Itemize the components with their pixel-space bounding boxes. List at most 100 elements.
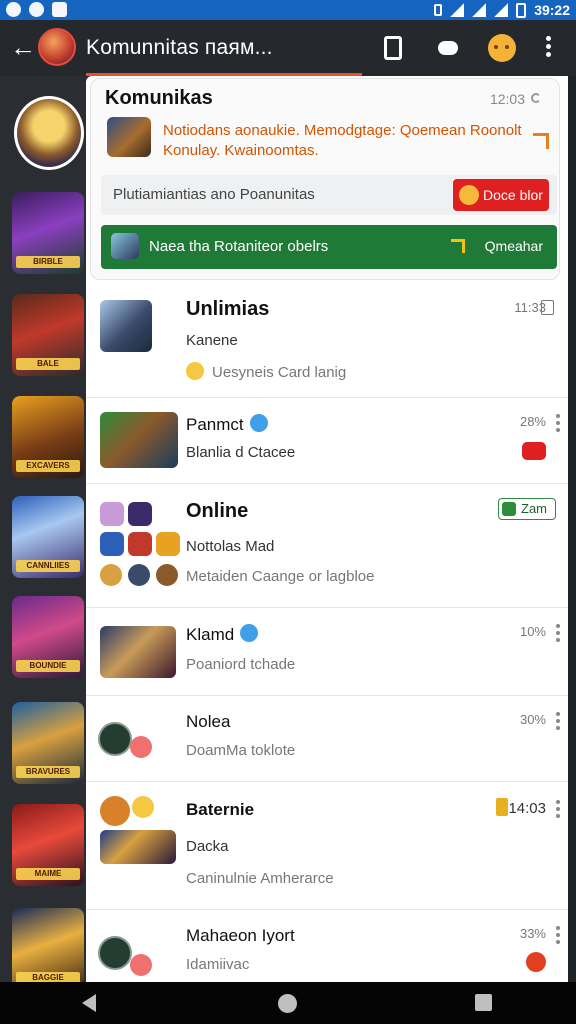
group-banner <box>100 830 176 864</box>
chat-row-3[interactable]: Online Zam Nottolas Mad Metaiden Caange … <box>86 484 568 608</box>
gamepad-icon[interactable] <box>436 36 460 60</box>
chat-row-4[interactable]: Klamd Poaniord tchade 10% <box>86 608 568 696</box>
rail-item-6[interactable]: BRAVURES <box>12 702 84 784</box>
wifi-icon <box>450 3 465 17</box>
chat-percent: 33% <box>519 926 546 941</box>
more-icon[interactable] <box>556 624 560 645</box>
chat-row-1[interactable]: Unlimias Kanene Uesyneis Card lanig 11:3… <box>86 282 568 398</box>
rail-item-1[interactable]: BIRBLE <box>12 192 84 274</box>
chat-list-panel: Komunikas 12:03 Notiodans aonaukie. Memo… <box>86 76 568 982</box>
chat-avatar <box>100 300 152 352</box>
community-title: Komunikas <box>105 87 213 109</box>
unread-badge <box>522 442 546 460</box>
emoji-avatar <box>132 796 154 818</box>
chat-name: Klamd <box>186 624 259 645</box>
group-avatar-3 <box>100 532 124 556</box>
more-icon[interactable] <box>556 414 560 435</box>
smile-icon <box>186 362 204 380</box>
chat-subtitle: Kanene <box>186 332 238 349</box>
group-avatar-1 <box>100 796 130 826</box>
banner-arrow-icon <box>451 239 465 253</box>
red-action-button[interactable]: Doce blor <box>453 179 549 211</box>
rail-item-3[interactable]: EXCAVERS <box>12 396 84 478</box>
banner-label: Naea tha Rotaniteor obelrs <box>149 238 329 255</box>
banner-action[interactable]: Qmeahar <box>485 238 543 254</box>
verified-icon <box>240 624 259 642</box>
refresh-icon[interactable] <box>531 93 541 103</box>
community-avatar[interactable] <box>38 28 76 66</box>
online-chip[interactable]: Zam <box>498 498 556 520</box>
signal-icon-2 <box>494 3 509 17</box>
open-arrow-icon[interactable] <box>533 133 549 149</box>
emoji-icon[interactable] <box>488 34 516 62</box>
chat-avatar <box>100 412 178 468</box>
status-time: 39:22 <box>534 2 570 18</box>
fire-icon <box>526 952 546 972</box>
group-avatar-5 <box>156 532 180 556</box>
group-avatar-7 <box>128 564 150 586</box>
app-bar: ← Komunnitas паям... <box>0 20 576 76</box>
notification-icon <box>6 2 21 17</box>
bluetooth-icon <box>434 4 443 16</box>
chat-percent: 28% <box>519 414 546 429</box>
group-avatar-2 <box>128 502 152 526</box>
nav-home-icon[interactable] <box>278 994 297 1013</box>
system-nav-bar <box>0 982 576 1024</box>
community-header-card: Komunikas 12:03 Notiodans aonaukie. Memo… <box>90 78 560 280</box>
chat-avatar <box>98 936 132 970</box>
status-dot <box>130 736 152 758</box>
group-avatar-1 <box>100 502 124 526</box>
community-time: 12:03 <box>489 91 525 107</box>
rail-item-7[interactable]: MAIME <box>12 804 84 886</box>
chat-preview: Caninulnie Amherarce <box>186 870 334 887</box>
chat-name: Online <box>186 500 249 522</box>
notice-text[interactable]: Notiodans aonaukie. Memodgtage: Qoemean … <box>163 121 543 161</box>
chat-row-2[interactable]: Panmct Blanlia d Ctacee 28% <box>86 398 568 484</box>
back-arrow-icon[interactable]: ← <box>10 34 36 60</box>
signal-icon <box>472 3 487 17</box>
chat-subtitle: Dacka <box>186 838 229 855</box>
notice-thumbnail <box>107 117 151 157</box>
rail-profile-avatar[interactable] <box>14 96 84 170</box>
community-search-bar[interactable]: Plutiamiantias ano Poanunitas Doce blor <box>101 175 557 215</box>
rail-item-8[interactable]: BAGGIE <box>12 908 84 990</box>
nav-recents-icon[interactable] <box>475 994 492 1011</box>
status-left-icons <box>6 2 67 17</box>
phone-icon[interactable] <box>384 36 402 60</box>
rail-item-4[interactable]: CANNLIIES <box>12 496 84 578</box>
chat-name: Panmct <box>186 414 268 435</box>
trophy-icon <box>496 798 508 816</box>
nav-back-icon[interactable] <box>82 994 96 1012</box>
status-right: 39:22 <box>434 2 570 18</box>
more-icon[interactable] <box>556 712 560 733</box>
chat-percent: 30% <box>519 712 546 727</box>
chat-subtitle: Poaniord tchade <box>186 656 296 673</box>
app-bar-title: Komunnitas паям... <box>86 36 273 59</box>
rail-item-2[interactable]: BALE <box>12 294 84 376</box>
verified-icon <box>249 414 268 432</box>
chat-row-6[interactable]: Baternie 14:03 Dacka Caninulnie Amherarc… <box>86 782 568 910</box>
more-vert-icon[interactable] <box>546 36 552 60</box>
chat-row-5[interactable]: Nolea DoamMa toklote 30% <box>86 696 568 782</box>
pin-icon <box>541 300 554 315</box>
group-avatar-4 <box>128 532 152 556</box>
chat-avatar <box>98 722 132 756</box>
chat-name: Mahaeon Iyort <box>186 926 295 945</box>
battery-icon <box>516 2 527 18</box>
status-bar: 39:22 <box>0 0 576 20</box>
chat-avatar <box>100 626 176 678</box>
rail-item-5[interactable]: BOUNDIE <box>12 596 84 678</box>
chat-name: Unlimias <box>186 298 270 320</box>
more-icon[interactable] <box>556 800 560 821</box>
banner-icon <box>111 233 139 259</box>
chat-row-7[interactable]: Mahaeon Iyort Idamiivac 33% <box>86 910 568 982</box>
chat-preview: Uesyneis Card lanig <box>186 362 346 381</box>
green-banner[interactable]: Naea tha Rotaniteor obelrs Qmeahar <box>101 225 557 269</box>
chat-subtitle: DoamMa toklote <box>186 742 296 759</box>
search-placeholder: Plutiamiantias ano Poanunitas <box>113 186 315 203</box>
more-icon[interactable] <box>556 926 560 947</box>
chat-name: Nolea <box>186 712 231 731</box>
group-avatar-8 <box>156 564 178 586</box>
chat-preview: Metaiden Caange or lagbloe <box>186 568 375 585</box>
chat-subtitle: Nottolas Mad <box>186 538 275 555</box>
